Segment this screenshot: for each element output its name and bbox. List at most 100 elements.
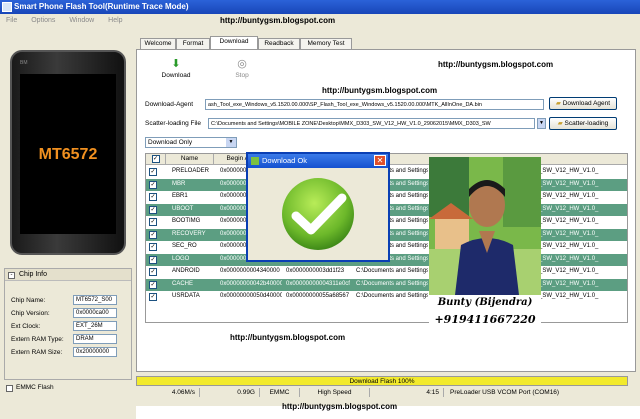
row-path-tail: _SW_V12_HW_V1.0_ bbox=[539, 193, 599, 199]
row-name: BOOTIMG bbox=[172, 218, 201, 224]
app-icon bbox=[2, 2, 12, 12]
photo-caption-phone: +919411667220 bbox=[434, 313, 536, 326]
row-location: C:\Documents and Settings bbox=[356, 280, 428, 287]
chip-row-value: DRAM bbox=[73, 334, 117, 344]
download-agent-label: Download-Agent bbox=[145, 101, 194, 108]
collapse-icon[interactable]: - bbox=[8, 272, 15, 279]
emmc-flash-label: EMMC Flash bbox=[16, 384, 54, 391]
row-checkbox[interactable]: ✓ bbox=[149, 255, 157, 264]
close-icon[interactable]: ✕ bbox=[374, 155, 386, 166]
row-name: CACHE bbox=[172, 280, 194, 287]
row-location: C:\Documents and Settings bbox=[356, 268, 428, 274]
chip-row-label: Chip Version: bbox=[11, 310, 50, 317]
row-path-tail: _SW_V12_HW_V1.0_ bbox=[539, 230, 599, 237]
column-header-name[interactable]: Name bbox=[166, 154, 214, 165]
watermark-lower: http://buntygsm.blogspot.com bbox=[230, 333, 346, 342]
row-name: EBR1 bbox=[172, 193, 188, 199]
row-path-tail: _SW_V12_HW_V1.0_ bbox=[539, 268, 599, 274]
download-button-label: Download bbox=[161, 72, 191, 79]
emmc-flash-header[interactable]: EMMC Flash bbox=[4, 382, 132, 394]
chip-row-value: 0x20000000 bbox=[73, 347, 117, 357]
table-row[interactable]: ✓ ANDROID 0x0000000004340000 0x0000000003dd… bbox=[146, 266, 627, 278]
folder-icon: ▰ bbox=[557, 120, 563, 127]
phone-image: BM MT6572 bbox=[10, 50, 126, 255]
menu-help[interactable]: Help bbox=[108, 17, 122, 24]
download-agent-button[interactable]: ▰ Download Agent bbox=[549, 97, 617, 110]
row-name: UBOOT bbox=[172, 205, 194, 212]
row-checkbox[interactable]: ✓ bbox=[149, 218, 157, 226]
scatter-label: Scatter-loading File bbox=[145, 120, 201, 127]
tab-readback[interactable]: Readback bbox=[258, 38, 300, 49]
row-path-tail: _SW_V12_HW_V1.0_ bbox=[539, 243, 599, 249]
status-port: PreLoader USB VCOM Port (COM16) bbox=[450, 389, 560, 396]
row-checkbox[interactable]: ✓ bbox=[149, 205, 157, 214]
row-begin-address: 0x00000000050d40000 bbox=[220, 293, 282, 299]
row-checkbox[interactable]: ✓ bbox=[149, 268, 157, 276]
photo-caption-name: Bunty (Bijendra) bbox=[437, 297, 533, 308]
row-path-tail: _SW_V12_HW_V1.0_ bbox=[539, 180, 599, 187]
chip-row-label: Extern RAM Type: bbox=[11, 336, 64, 343]
row-name: MBR bbox=[172, 180, 186, 187]
dialog-title-bar: Download Ok ✕ bbox=[248, 154, 388, 168]
row-name: SEC_RO bbox=[172, 243, 197, 249]
menu-window[interactable]: Window bbox=[69, 17, 94, 24]
chip-row-label: Chip Name: bbox=[11, 297, 46, 304]
checkbox-icon: ✓ bbox=[151, 155, 160, 163]
scatter-dropdown-icon[interactable]: ▼ bbox=[537, 118, 546, 129]
row-name: ANDROID bbox=[172, 268, 200, 274]
download-button[interactable]: ⬇ Download bbox=[156, 58, 196, 84]
row-checkbox[interactable]: ✓ bbox=[149, 293, 157, 301]
scatter-loading-button-label: Scatter-loading bbox=[564, 120, 609, 127]
status-speed: 4.06M/s bbox=[136, 388, 200, 397]
chip-row-value: MT6572_S00 bbox=[73, 295, 117, 305]
download-agent-path[interactable]: ash_Tool_exe_Windows_v5.1520.00.000\SP_F… bbox=[205, 99, 544, 110]
row-begin-address: 0x0000000004340000 bbox=[220, 268, 280, 274]
menu-file[interactable]: File bbox=[6, 17, 17, 24]
phone-brand: BM bbox=[20, 60, 28, 66]
title-bar: Smart Phone Flash Tool(Runtime Trace Mod… bbox=[0, 0, 640, 14]
person-photo: Bunty (Bijendra) +919411667220 bbox=[429, 157, 541, 330]
row-begin-address: 0x00000000042b40000 bbox=[220, 280, 282, 287]
row-checkbox[interactable]: ✓ bbox=[149, 193, 157, 201]
row-name: RECOVERY bbox=[172, 230, 206, 237]
row-path-tail: _SW_V12_HW_V1.0_ bbox=[539, 280, 599, 287]
download-mode-select[interactable]: Download Only ▼ bbox=[145, 137, 237, 148]
stop-button-label: Stop bbox=[235, 72, 249, 79]
header-checkbox[interactable]: ✓ bbox=[146, 154, 166, 165]
row-checkbox[interactable]: ✓ bbox=[149, 168, 157, 176]
chevron-down-icon: ▼ bbox=[226, 138, 236, 147]
download-ok-dialog: Download Ok ✕ bbox=[246, 152, 390, 262]
stop-icon: ◎ bbox=[237, 58, 247, 70]
tab-welcome[interactable]: Welcome bbox=[140, 38, 176, 49]
watermark-top: http://buntygsm.blogspot.com bbox=[220, 16, 336, 25]
row-checkbox[interactable]: ✓ bbox=[149, 180, 157, 189]
row-end-address: 0x00000000004311e0cf bbox=[286, 280, 350, 287]
row-checkbox[interactable]: ✓ bbox=[149, 280, 157, 289]
tab-format[interactable]: Format bbox=[176, 38, 210, 49]
download-mode-value: Download Only bbox=[148, 139, 193, 146]
status-usb-speed: High Speed bbox=[300, 388, 370, 397]
row-checkbox[interactable]: ✓ bbox=[149, 243, 157, 251]
scatter-loading-button[interactable]: ▰ Scatter-loading bbox=[549, 117, 617, 130]
tab-memory-test[interactable]: Memory Test bbox=[300, 38, 352, 49]
row-path-tail: _SW_V12_HW_V1.0_ bbox=[539, 255, 599, 262]
chip-row-label: Ext Clock: bbox=[11, 323, 41, 330]
download-progress-bar: Download Flash 100% bbox=[136, 376, 628, 386]
row-checkbox[interactable]: ✓ bbox=[149, 230, 157, 239]
expand-icon[interactable] bbox=[6, 385, 13, 392]
chip-info-panel: - Chip Info Chip Name: MT6572_S00 Chip Ve… bbox=[4, 268, 132, 380]
menu-options[interactable]: Options bbox=[31, 17, 55, 24]
table-row[interactable]: ✓ CACHE 0x00000000042b40000 0x0000000000431… bbox=[146, 278, 627, 291]
chip-info-header[interactable]: - Chip Info bbox=[5, 269, 131, 281]
row-name: LOGO bbox=[172, 255, 190, 262]
stop-button[interactable]: ◎ Stop bbox=[222, 58, 262, 84]
status-size: 0.99G bbox=[200, 388, 260, 397]
folder-icon: ▰ bbox=[555, 100, 561, 107]
chip-row-label: Extern RAM Size: bbox=[11, 349, 63, 356]
row-path-tail: _SW_V12_HW_V1.0_ bbox=[539, 293, 599, 299]
chip-info-title: Chip Info bbox=[19, 271, 48, 278]
phone-screen: MT6572 bbox=[20, 74, 116, 234]
scatter-path[interactable]: C:\Documents and Settings\MOBILE ZONE\De… bbox=[208, 118, 535, 129]
table-row[interactable]: ✓ USRDATA 0x00000000050d40000 0x00000000055… bbox=[146, 291, 627, 303]
tab-download[interactable]: Download bbox=[210, 36, 258, 49]
